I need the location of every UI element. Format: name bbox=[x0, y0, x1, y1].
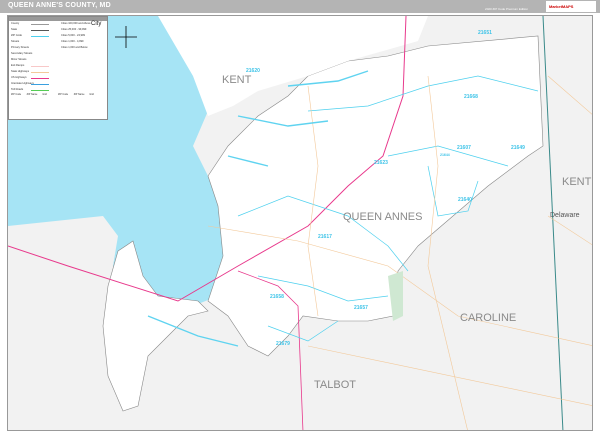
county-label: QUEEN ANNES bbox=[343, 211, 423, 223]
county-label: TALBOT bbox=[314, 379, 356, 391]
zip-label: 21657 bbox=[354, 305, 368, 311]
edition-label: 2020 ZIP Code Premium Edition bbox=[485, 7, 528, 11]
zip-label: 21623 bbox=[374, 160, 388, 166]
county-label: KENT bbox=[222, 74, 252, 86]
map-legend: County Cities 100,000 and Above City State… bbox=[8, 16, 108, 120]
zip-label: 21651 bbox=[478, 30, 492, 36]
publisher-logo: MarketMAPS bbox=[546, 1, 596, 12]
legend-item: Toll Roads bbox=[9, 87, 107, 93]
zip-label: 21649 bbox=[511, 145, 525, 151]
zip-label: 21658 bbox=[270, 294, 284, 300]
zip-label: 21617 bbox=[318, 234, 332, 240]
county-label: CAROLINE bbox=[460, 312, 517, 324]
zip-table-header: ZIP Code ZIP Name Grid ZIP Code ZIP Name Gri… bbox=[11, 93, 94, 96]
zip-label: 21607 bbox=[457, 145, 471, 151]
state-label: Delaware bbox=[550, 212, 580, 219]
county-label: KENT bbox=[562, 176, 592, 188]
map-title: QUEEN ANNE'S COUNTY, MD bbox=[8, 2, 111, 9]
zip-label: 21668 bbox=[464, 94, 478, 100]
zip-label: 21640 bbox=[458, 197, 472, 203]
zip-label: 21679 bbox=[276, 341, 290, 347]
header-bar: QUEEN ANNE'S COUNTY, MD 2020 ZIP Code Pr… bbox=[0, 0, 600, 13]
zip-label: 21644 bbox=[440, 153, 450, 157]
